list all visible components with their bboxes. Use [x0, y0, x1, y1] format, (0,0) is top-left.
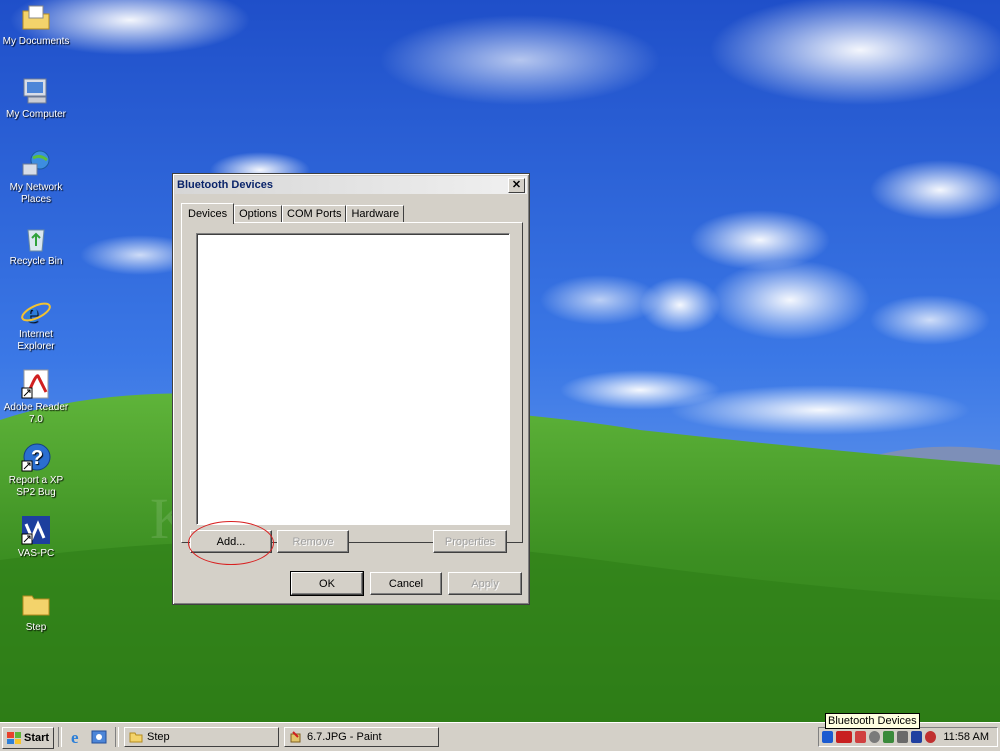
- tab-options[interactable]: Options: [234, 205, 283, 223]
- remove-button[interactable]: Remove: [277, 530, 349, 553]
- properties-button[interactable]: Properties: [433, 530, 507, 553]
- clock[interactable]: 11:58 AM: [943, 731, 989, 743]
- tab-devices[interactable]: Devices: [181, 203, 235, 224]
- task-label: Step: [147, 731, 170, 743]
- windows-logo-icon: [7, 732, 21, 744]
- device-list[interactable]: [196, 233, 510, 525]
- network-disconnected-icon[interactable]: [855, 731, 866, 743]
- taskbar-separator: [115, 727, 119, 747]
- start-button[interactable]: Start: [2, 727, 54, 749]
- close-button[interactable]: ✕: [508, 177, 525, 193]
- internet-explorer-icon: e: [20, 295, 52, 329]
- help-icon: ?: [20, 441, 52, 473]
- bluetooth-devices-dialog: Bluetooth Devices ✕ Devices Options COM …: [172, 173, 530, 605]
- desktop-icon-report-xp-bug[interactable]: ? Report a XP SP2 Bug: [0, 441, 72, 499]
- desktop-icon-label: My Network Places: [9, 182, 63, 205]
- computer-icon: [20, 75, 52, 107]
- folder-icon: [20, 588, 52, 620]
- quicklaunch-show-desktop-icon[interactable]: [90, 728, 108, 746]
- paint-icon: [290, 731, 301, 743]
- start-label: Start: [24, 732, 50, 744]
- svg-text:?: ?: [31, 447, 43, 469]
- desktop-icon-adobe-reader[interactable]: Adobe Reader 7.0: [0, 368, 72, 426]
- desktop-icon-recycle-bin[interactable]: Recycle Bin: [0, 222, 72, 268]
- tab-hardware[interactable]: Hardware: [346, 205, 405, 223]
- taskbar-separator: [58, 727, 62, 747]
- network-icon: [20, 148, 52, 180]
- dialog-title: Bluetooth Devices: [177, 179, 273, 191]
- ok-button[interactable]: OK: [290, 571, 364, 596]
- antivirus-icon[interactable]: [883, 731, 894, 743]
- desktop-icon-label: My Documents: [2, 36, 70, 47]
- desktop-icon-label: Step: [25, 622, 47, 633]
- taskbar-button-step[interactable]: Step: [124, 727, 279, 747]
- bluetooth-icon[interactable]: [822, 731, 833, 743]
- desktop-icon-step[interactable]: Step: [0, 588, 72, 634]
- tab-com-ports[interactable]: COM Ports: [282, 205, 347, 223]
- taskbar-button-paint[interactable]: 6.7.JPG - Paint: [284, 727, 439, 747]
- folder-icon: [129, 732, 143, 743]
- desktop-icon-vas-pc[interactable]: VAS-PC: [0, 514, 72, 560]
- volume-icon[interactable]: [869, 731, 880, 743]
- tab-strip: Devices Options COM Ports Hardware: [181, 202, 405, 224]
- vas-pc-icon: [20, 514, 52, 546]
- adobe-reader-icon: [20, 368, 52, 400]
- devices-tab-panel: [181, 222, 523, 543]
- ati-icon[interactable]: [836, 731, 852, 743]
- add-button[interactable]: Add...: [190, 530, 272, 553]
- system-tray: 11:58 AM: [818, 727, 998, 747]
- printer-icon[interactable]: [897, 731, 908, 743]
- desktop-icon-my-computer[interactable]: My Computer: [0, 75, 72, 121]
- desktop-icon-label: Report a XP SP2 Bug: [8, 475, 64, 498]
- folder-documents-icon: [20, 2, 52, 34]
- close-icon: ✕: [511, 178, 522, 191]
- dialog-titlebar[interactable]: Bluetooth Devices ✕: [175, 176, 527, 194]
- quicklaunch-internet-explorer-icon[interactable]: e: [68, 728, 86, 747]
- cancel-button[interactable]: Cancel: [370, 572, 442, 595]
- svg-text:e: e: [71, 728, 79, 746]
- shield-icon[interactable]: [925, 731, 936, 743]
- desktop-icon-internet-explorer[interactable]: e Internet Explorer: [0, 295, 72, 353]
- task-label: 6.7.JPG - Paint: [307, 731, 382, 743]
- security-center-icon[interactable]: [911, 731, 922, 743]
- desktop-icon-label: Recycle Bin: [9, 256, 63, 267]
- desktop-icon-label: Internet Explorer: [17, 329, 55, 352]
- desktop-icon-my-network-places[interactable]: My Network Places: [0, 148, 72, 206]
- desktop-icon-my-documents[interactable]: My Documents: [0, 2, 72, 48]
- desktop-icon-label: Adobe Reader 7.0: [3, 402, 69, 425]
- recycle-bin-icon: [20, 222, 52, 254]
- desktop-icon-label: VAS-PC: [17, 548, 55, 559]
- tray-tooltip: Bluetooth Devices: [825, 713, 920, 729]
- apply-button[interactable]: Apply: [448, 572, 522, 595]
- desktop-icon-label: My Computer: [5, 109, 66, 120]
